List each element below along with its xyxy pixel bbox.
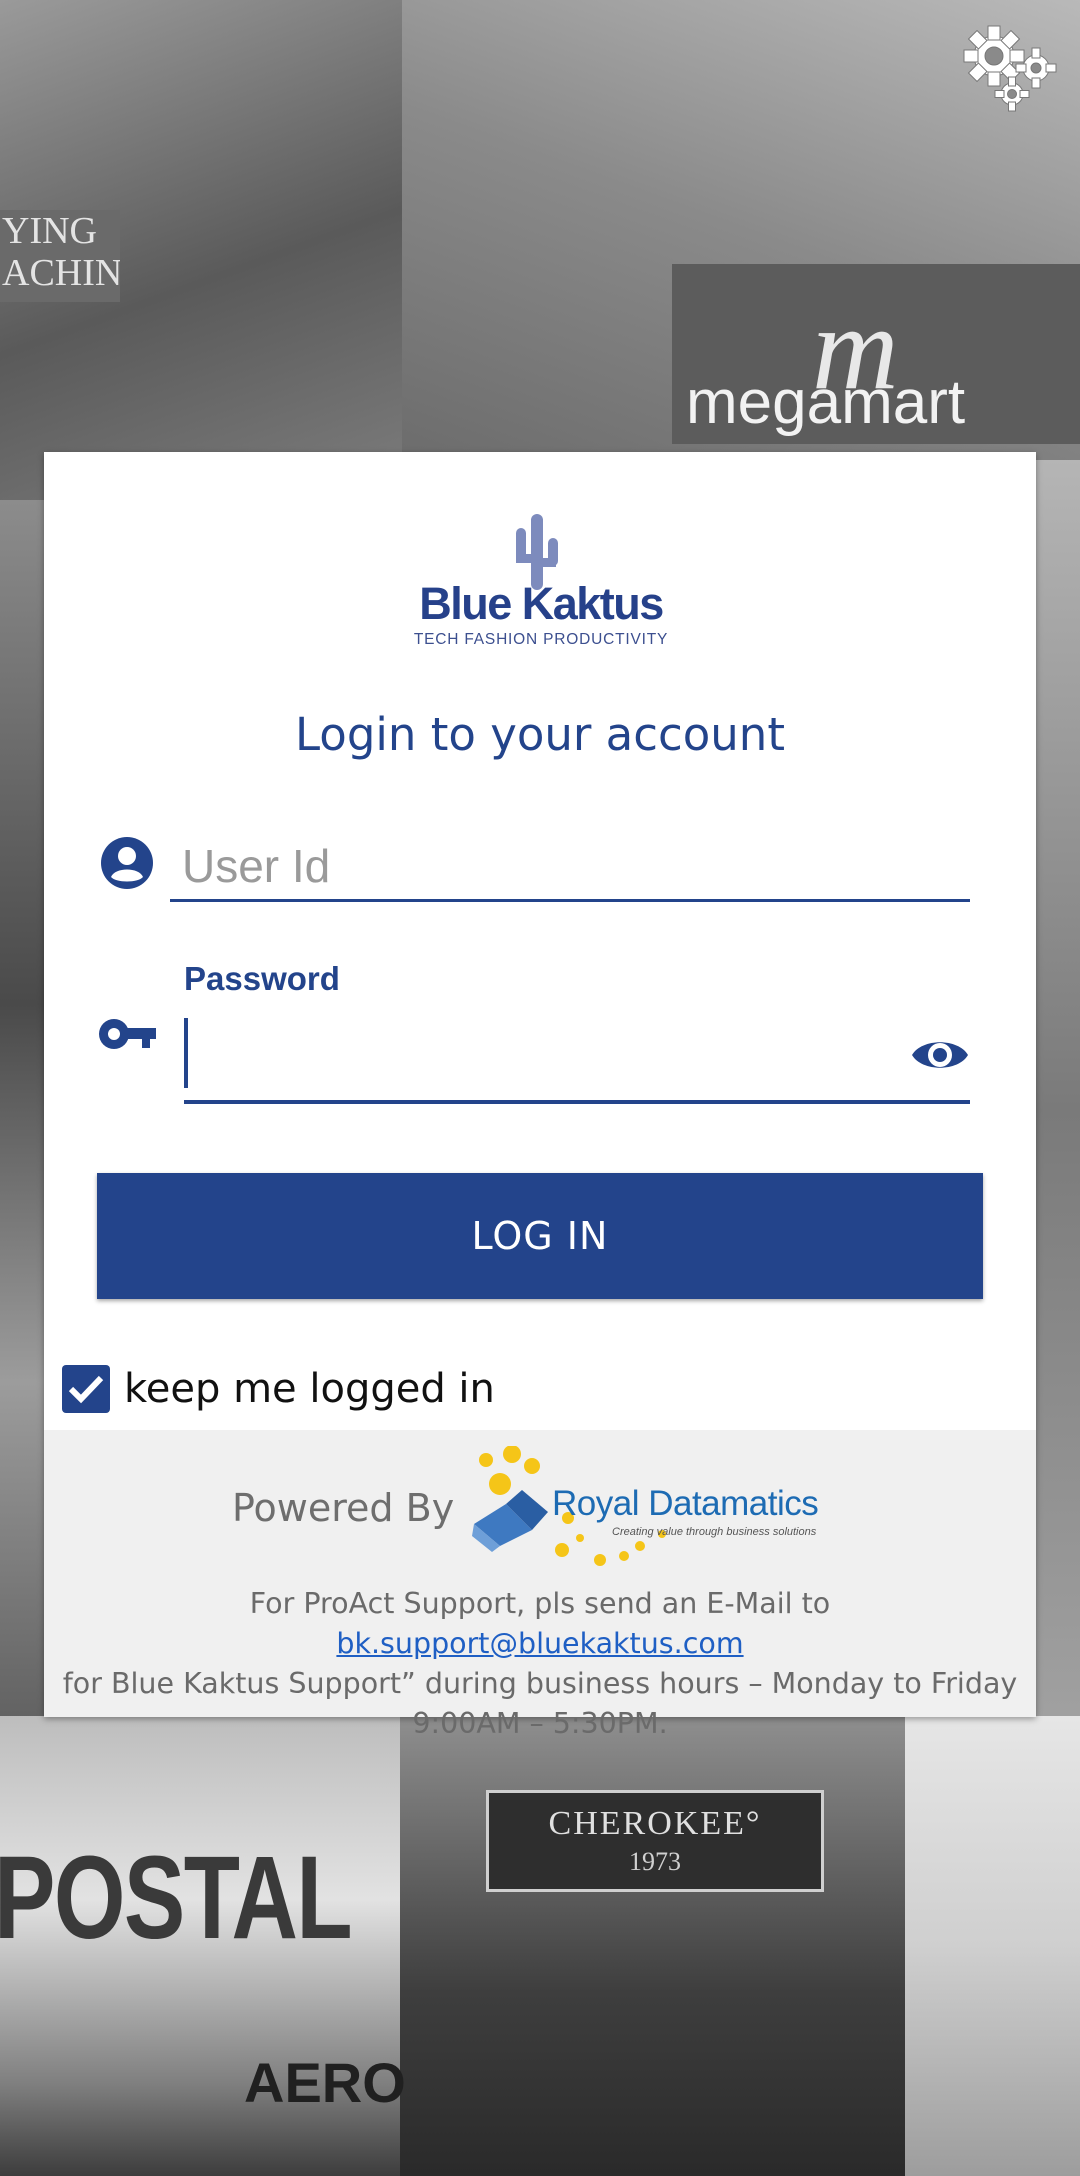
cherokee-line1: CHEROKEE°: [548, 1805, 762, 1842]
support-line-1: For ProAct Support, pls send an E-Mail t…: [44, 1584, 1036, 1664]
footer-panel: Powered By Royal Datamatics Creating val…: [44, 1430, 1036, 1740]
key-icon: [99, 1019, 156, 1049]
keep-logged-in-label: keep me logged in: [124, 1366, 495, 1412]
photo-tile: [905, 1716, 1080, 2176]
support-email-link[interactable]: bk.support@bluekaktus.com: [336, 1627, 743, 1660]
user-id-input[interactable]: [170, 832, 970, 902]
keep-logged-in-row[interactable]: keep me logged in: [62, 1364, 495, 1414]
gears-icon[interactable]: [960, 22, 1060, 112]
checkmark-icon: [68, 1375, 104, 1404]
partner-tagline: Creating value through business solution…: [612, 1526, 817, 1538]
photo-sign-postal: POSTAL: [0, 1832, 353, 1964]
photo-sign-cherokee: CHEROKEE° 1973: [486, 1790, 824, 1892]
bluekaktus-logo: Blue Kaktus TECH FASHION PRODUCTIVITY: [410, 514, 672, 654]
support-line-2: for Blue Kaktus Support” during business…: [62, 1667, 1018, 1700]
keep-logged-in-checkbox[interactable]: [62, 1365, 110, 1413]
text-cursor: [184, 1018, 188, 1088]
password-label: Password: [184, 960, 340, 997]
powered-by-label: Powered By: [232, 1486, 455, 1530]
account-circle-icon: [101, 837, 153, 889]
photo-sign-aero: AERO: [244, 2051, 406, 2114]
brand-name: Blue Kaktus: [419, 578, 664, 629]
password-input[interactable]: [194, 1018, 898, 1100]
login-button[interactable]: LOG IN: [97, 1173, 983, 1299]
page-title: Login to your account: [295, 708, 785, 761]
cherokee-line2: 1973: [629, 1847, 681, 1876]
support-line-3: 9:00AM – 5:30PM.: [412, 1707, 668, 1740]
support-info: For ProAct Support, pls send an E-Mail t…: [44, 1584, 1036, 1744]
photo-tile: [400, 1716, 905, 2176]
visibility-eye-icon[interactable]: [910, 1032, 970, 1078]
royal-datamatics-logo: Royal Datamatics Creating value through …: [472, 1446, 832, 1576]
login-card: Blue Kaktus TECH FASHION PRODUCTIVITY Lo…: [44, 452, 1036, 1740]
partner-name: Royal Datamatics: [552, 1484, 819, 1523]
photo-sign-megamart: m megamart: [672, 264, 1080, 444]
photo-sign-lying: YING ACHINE: [0, 210, 120, 302]
brand-tagline: TECH FASHION PRODUCTIVITY: [413, 631, 669, 648]
password-field[interactable]: [184, 1018, 970, 1104]
support-prefix: For ProAct Support, pls send an E-Mail t…: [249, 1587, 831, 1620]
megamart-word: megamart: [686, 368, 966, 437]
